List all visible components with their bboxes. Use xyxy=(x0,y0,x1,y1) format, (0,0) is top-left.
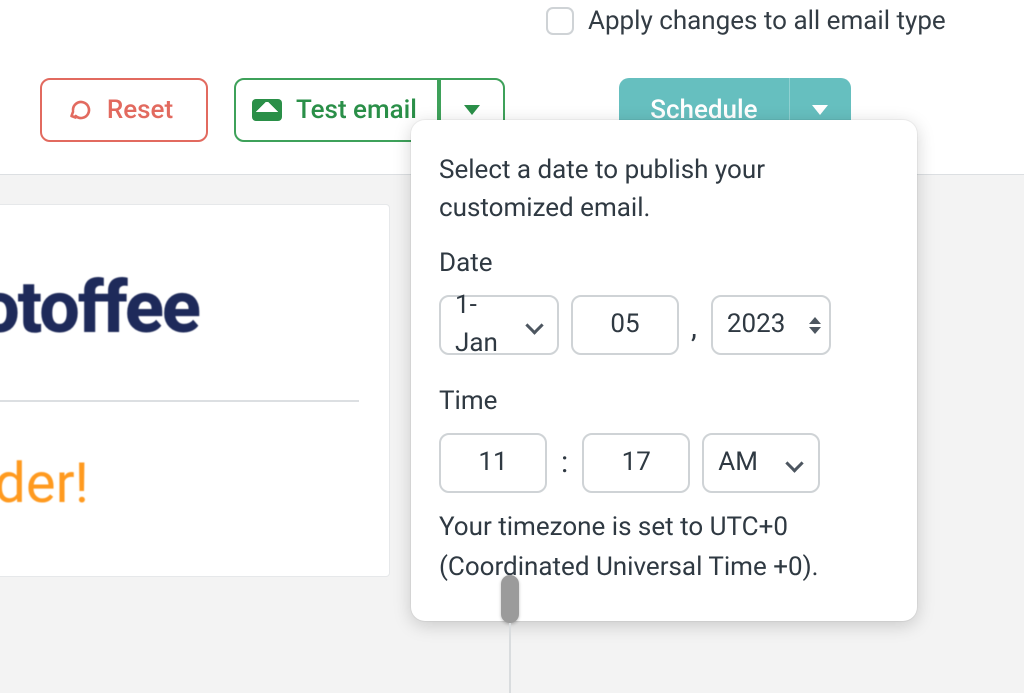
time-label: Time xyxy=(439,383,889,421)
month-select[interactable]: 1-Jan xyxy=(439,295,559,355)
divider xyxy=(0,400,359,402)
minute-value: 17 xyxy=(622,444,651,482)
popover-description: Select a date to publish your customized… xyxy=(439,152,889,227)
year-stepper[interactable] xyxy=(809,317,821,334)
schedule-popover: Select a date to publish your customized… xyxy=(411,120,917,621)
day-value: 05 xyxy=(610,306,639,344)
day-input[interactable]: 05 xyxy=(571,295,679,355)
undo-icon xyxy=(67,97,93,123)
apply-all-row: Apply changes to all email type xyxy=(546,6,946,36)
envelope-icon xyxy=(252,99,282,121)
date-label: Date xyxy=(439,245,889,283)
year-input[interactable]: 2023 xyxy=(711,295,831,355)
colon-separator: : xyxy=(559,441,570,485)
app-stage: Apply changes to all email type Reset Te… xyxy=(0,0,1024,693)
hour-value: 11 xyxy=(478,444,507,482)
reset-label: Reset xyxy=(107,95,173,125)
meridiem-select[interactable]: AM xyxy=(702,433,820,493)
email-preview-card: otoffee rder! xyxy=(0,204,390,577)
comma-separator: , xyxy=(691,306,699,356)
arrow-down-icon xyxy=(809,327,821,334)
hour-input[interactable]: 11 xyxy=(439,433,547,493)
month-value: 1-Jan xyxy=(455,287,516,362)
brand-logo-fragment: otoffee xyxy=(0,235,359,360)
timezone-line-1: Your timezone is set to UTC+0 xyxy=(439,512,788,542)
reset-button[interactable]: Reset xyxy=(40,78,208,142)
minute-input[interactable]: 17 xyxy=(582,433,690,493)
chevron-down-icon xyxy=(526,316,543,334)
test-email-label: Test email xyxy=(296,95,417,125)
pane-resize-handle[interactable] xyxy=(501,575,519,623)
apply-all-label: Apply changes to all email type xyxy=(588,6,946,36)
chevron-down-icon xyxy=(464,105,480,115)
headline-fragment: rder! xyxy=(0,450,359,516)
year-value: 2023 xyxy=(727,306,785,344)
apply-all-checkbox[interactable] xyxy=(546,7,574,35)
date-row: 1-Jan 05 , 2023 xyxy=(439,295,889,355)
meridiem-value: AM xyxy=(718,444,758,482)
test-email-button[interactable]: Test email xyxy=(234,78,439,142)
chevron-down-icon xyxy=(812,105,828,115)
timezone-line-2: (Coordinated Universal Time +0). xyxy=(439,552,818,582)
chevron-down-icon xyxy=(786,454,804,472)
arrow-up-icon xyxy=(809,317,821,324)
time-row: 11 : 17 AM xyxy=(439,433,889,493)
